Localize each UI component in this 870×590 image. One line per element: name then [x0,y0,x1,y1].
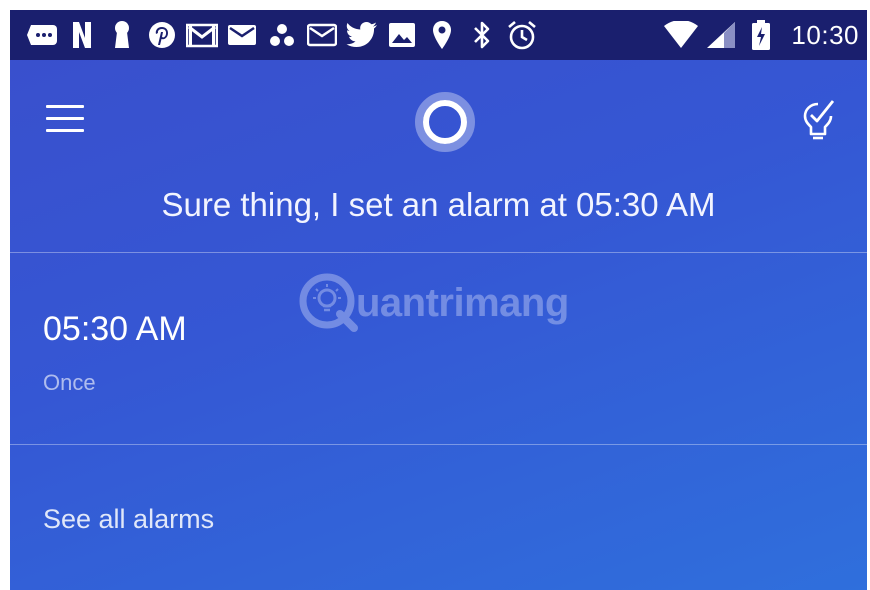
app-icon [262,10,302,60]
see-all-alarms-link[interactable]: See all alarms [43,504,214,535]
gmail-icon [182,10,222,60]
cortana-ring-icon[interactable] [415,92,475,152]
alarm-time[interactable]: 05:30 AM [43,310,187,349]
divider [10,444,867,445]
message-icon [22,10,62,60]
battery-icon [741,10,781,60]
netflix-icon [62,10,102,60]
cortana-screen: 10:30 Sure thing, I set an alarm at 05:3… [10,10,867,590]
mail-icon [302,10,342,60]
location-icon [422,10,462,60]
bluetooth-icon [462,10,502,60]
alarm-icon [502,10,542,60]
watermark-logo-icon [299,273,358,332]
status-clock: 10:30 [791,19,859,50]
divider [10,252,867,253]
twitter-icon [342,10,382,60]
image-icon [382,10,422,60]
hamburger-icon [46,104,84,108]
alarm-repeat: Once [43,370,96,395]
signal-icon [701,10,741,60]
watermark: uantrimang [298,272,569,334]
pinterest-icon [142,10,182,60]
hamburger-menu-button[interactable] [46,98,90,138]
system-status: 10:30 [661,10,867,60]
lightbulb-check-icon[interactable] [800,98,836,144]
status-bar: 10:30 [10,10,867,60]
notification-icons [10,10,542,60]
keyhole-icon [102,10,142,60]
mail-icon [222,10,262,60]
wifi-icon [661,10,701,60]
assistant-response: Sure thing, I set an alarm at 05:30 AM [161,186,716,223]
watermark-text: uantrimang [356,280,569,325]
